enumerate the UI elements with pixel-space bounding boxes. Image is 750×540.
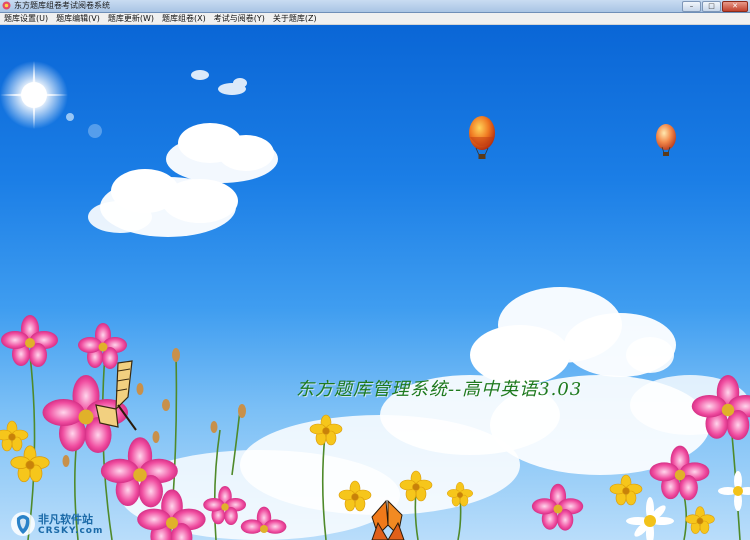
pink-flower-icon: [531, 483, 584, 531]
minimize-button[interactable]: –: [682, 1, 701, 12]
maximize-button[interactable]: □: [702, 1, 721, 12]
window-controls: – □ ✕: [682, 1, 748, 12]
menu-item-bank-settings[interactable]: 题库设置(U): [0, 13, 52, 24]
splash-title: 东方题库管理系统--高中英语3.03: [296, 379, 583, 400]
crsky-logo-icon: [11, 512, 35, 536]
menu-item-about[interactable]: 关于题库(Z): [269, 13, 321, 24]
app-icon: [2, 1, 11, 10]
sun-icon: [0, 61, 102, 138]
butterfly-icon: [95, 360, 137, 431]
splash-background: 东方题库管理系统--高中英语3.03 非凡软件站 CRSKY.com: [0, 25, 750, 540]
splash-illustration: [0, 61, 750, 540]
watermark-sub: CRSKY.com: [38, 526, 104, 536]
window-title: 东方题库组卷考试阅卷系统: [14, 1, 110, 10]
close-button[interactable]: ✕: [722, 1, 748, 12]
watermark-brand: 非凡软件站: [38, 513, 93, 526]
balloon-icon: [469, 116, 495, 159]
title-bar: 东方题库组卷考试阅卷系统 – □ ✕: [0, 0, 750, 13]
menu-bar: 题库设置(U) 题库编辑(V) 题库更新(W) 题库组卷(X) 考试与阅卷(Y)…: [0, 13, 750, 25]
menu-item-exam-grading[interactable]: 考试与阅卷(Y): [210, 13, 269, 24]
menu-item-bank-edit[interactable]: 题库编辑(V): [52, 13, 104, 24]
menu-item-compose-paper[interactable]: 题库组卷(X): [158, 13, 210, 24]
small-clouds: [191, 70, 247, 95]
menu-item-bank-update[interactable]: 题库更新(W): [104, 13, 158, 24]
pink-flower-icon: [1, 315, 58, 367]
site-watermark: 非凡软件站 CRSKY.com: [8, 509, 104, 539]
balloon-icon: [656, 124, 676, 156]
cloud-left: [88, 123, 278, 237]
pink-flower-icon: [78, 323, 127, 369]
